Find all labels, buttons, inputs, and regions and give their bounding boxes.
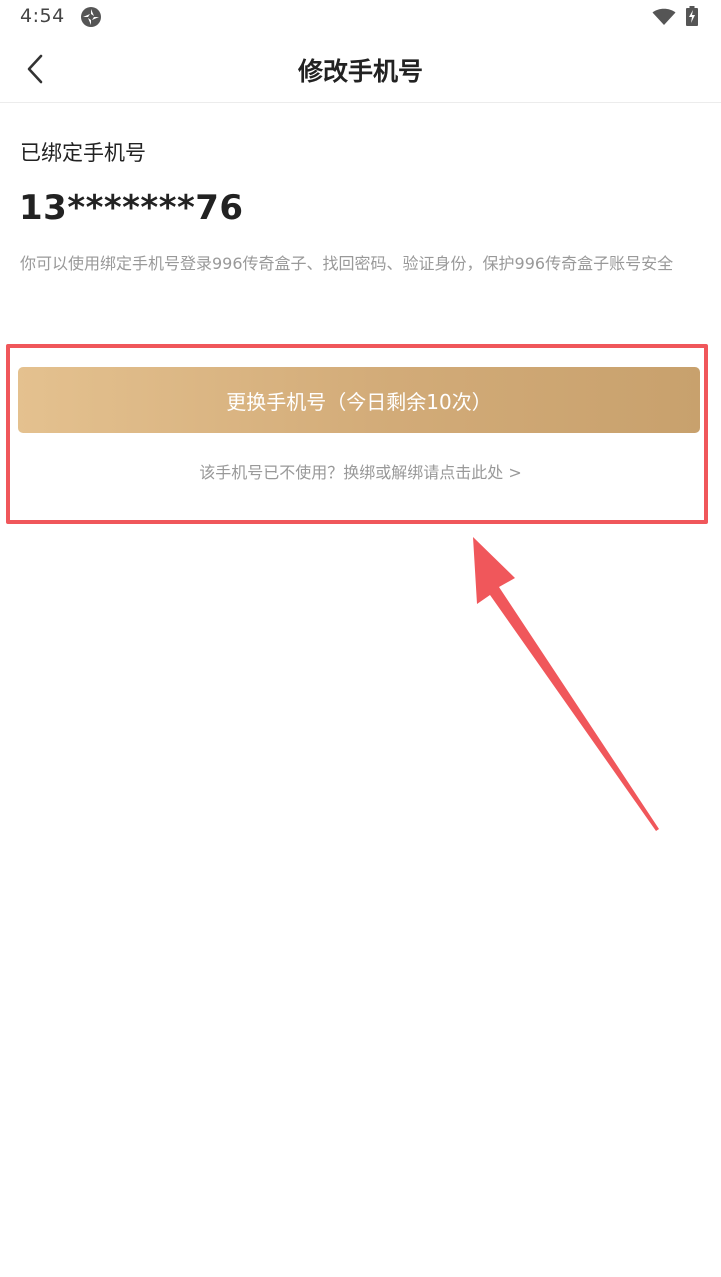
nav-bar: 修改手机号 bbox=[0, 36, 721, 103]
status-time: 4:54 bbox=[20, 5, 65, 27]
description-text: 你可以使用绑定手机号登录996传奇盒子、找回密码、验证身份，保护996传奇盒子账… bbox=[20, 254, 674, 273]
status-bar: 4:54 bbox=[0, 0, 721, 36]
spinner-app-icon bbox=[81, 7, 101, 27]
battery-charging-icon bbox=[686, 6, 698, 26]
red-arrow-icon bbox=[473, 537, 659, 831]
wifi-icon bbox=[652, 8, 676, 25]
bound-phone-label: 已绑定手机号 bbox=[20, 141, 146, 165]
unbind-phone-link[interactable]: 该手机号已不使用？换绑或解绑请点击此处 > bbox=[0, 459, 721, 483]
page-title: 修改手机号 bbox=[297, 57, 423, 86]
change-phone-button[interactable]: 更换手机号（今日剩余10次） bbox=[18, 367, 700, 433]
bound-phone-number: 13*******76 bbox=[19, 188, 244, 228]
